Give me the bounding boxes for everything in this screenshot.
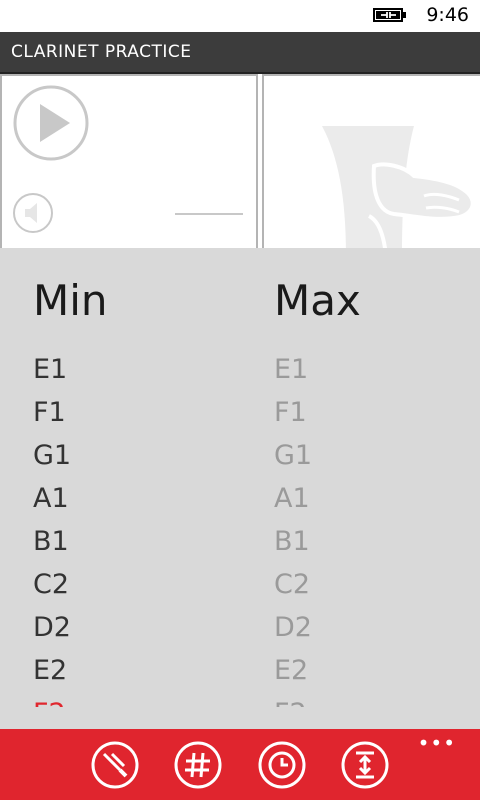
- status-time: 9:46: [426, 4, 469, 26]
- clock-icon[interactable]: [257, 740, 307, 790]
- min-note-item[interactable]: G1: [33, 434, 71, 477]
- min-note-item[interactable]: E1: [33, 348, 71, 391]
- volume-icon[interactable]: [12, 192, 54, 234]
- max-note-item[interactable]: A1: [274, 477, 312, 520]
- more-options-button[interactable]: •••: [418, 733, 456, 753]
- min-note-item[interactable]: C2: [33, 563, 71, 606]
- title-bar: CLARINET PRACTICE: [0, 32, 480, 74]
- min-header: Min: [33, 276, 108, 325]
- fingering-panel: [262, 74, 480, 254]
- max-header: Max: [274, 276, 361, 325]
- app-bar: •••: [0, 729, 480, 800]
- min-note-item[interactable]: D2: [33, 606, 71, 649]
- range-icon[interactable]: [340, 740, 390, 790]
- max-note-item[interactable]: E1: [274, 348, 312, 391]
- tuning-fork-icon[interactable]: [90, 740, 140, 790]
- note-range-picker: Min Max E1 F1 G1 A1 B1 C2 D2 E2 F2 E1 F1…: [0, 248, 480, 729]
- app-title: CLARINET PRACTICE: [11, 42, 192, 62]
- max-note-list[interactable]: E1 F1 G1 A1 B1 C2 D2 E2 F2: [274, 348, 312, 729]
- min-note-list[interactable]: E1 F1 G1 A1 B1 C2 D2 E2 F2: [33, 348, 71, 729]
- min-note-item[interactable]: A1: [33, 477, 71, 520]
- min-note-item[interactable]: E2: [33, 649, 71, 692]
- status-bar: 9:46: [0, 0, 480, 32]
- play-button[interactable]: [12, 84, 90, 162]
- max-note-item[interactable]: F1: [274, 391, 312, 434]
- progress-line: [175, 213, 243, 215]
- min-note-item[interactable]: F1: [33, 391, 71, 434]
- clarinet-hand-illustration: [322, 126, 474, 254]
- max-note-item[interactable]: C2: [274, 563, 312, 606]
- sharp-icon[interactable]: [173, 740, 223, 790]
- max-note-item[interactable]: D2: [274, 606, 312, 649]
- picker-clip: [0, 707, 480, 729]
- max-note-item[interactable]: G1: [274, 434, 312, 477]
- battery-charging-icon: [373, 8, 406, 22]
- max-note-item[interactable]: E2: [274, 649, 312, 692]
- min-note-item[interactable]: B1: [33, 520, 71, 563]
- player-panel: [0, 74, 258, 254]
- max-note-item[interactable]: B1: [274, 520, 312, 563]
